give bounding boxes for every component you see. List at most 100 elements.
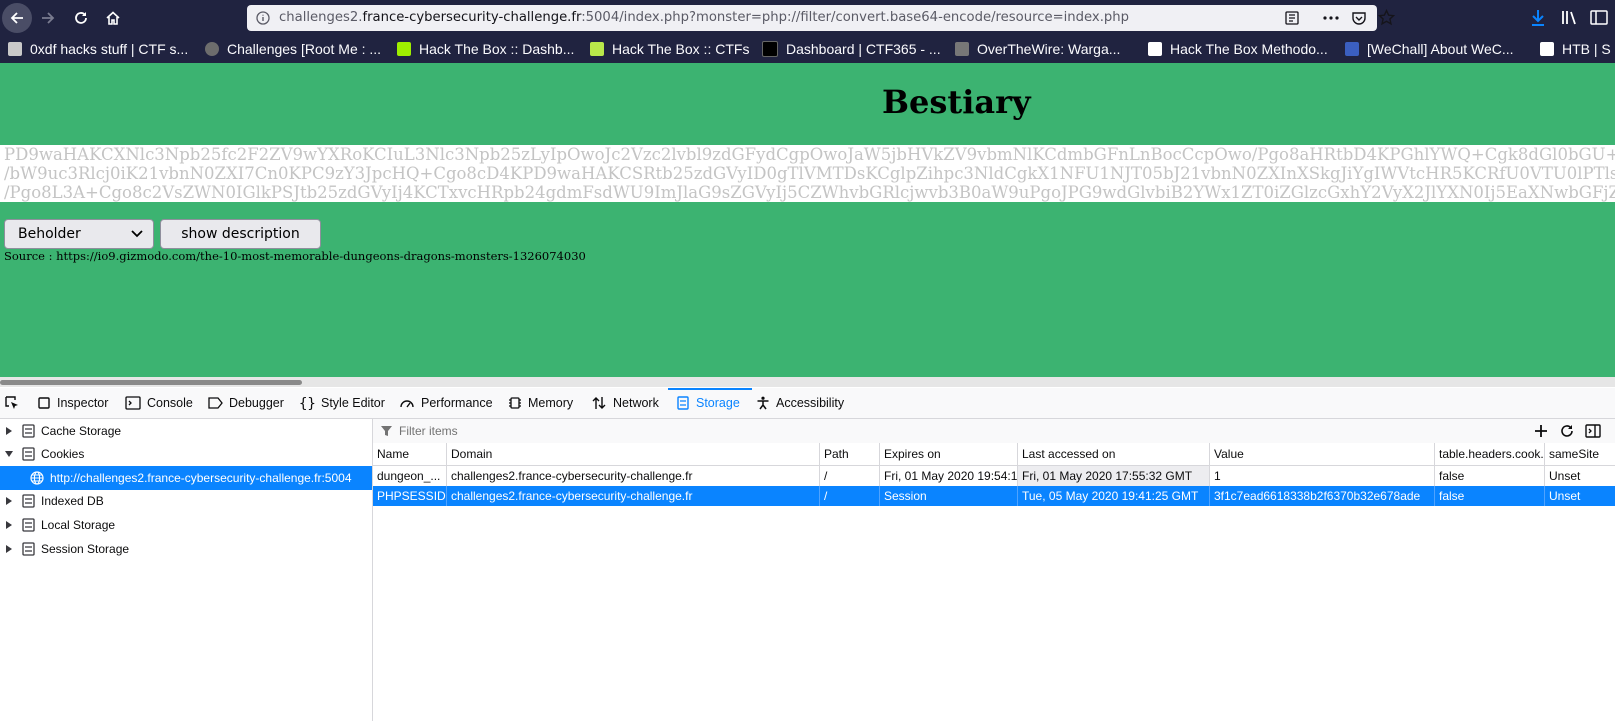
tab-debugger[interactable]: Debugger (207, 388, 284, 418)
pocket-icon[interactable] (1351, 10, 1367, 26)
devtools-toolbar: Inspector Console Debugger {} Style Edit… (0, 388, 1615, 419)
arrow-right-icon (42, 12, 55, 24)
address-bar[interactable]: challenges2.france-cybersecurity-challen… (247, 5, 1395, 31)
bookmark-label: 0xdf hacks stuff | CTF s... (30, 41, 189, 57)
column-header-name[interactable]: Name (373, 443, 446, 465)
forward-button[interactable] (33, 3, 63, 33)
accessibility-icon (757, 396, 769, 410)
bookmark-label: OverTheWire: Warga... (977, 41, 1121, 57)
bookmark-star-icon[interactable] (1378, 9, 1395, 26)
tab-accessibility[interactable]: Accessibility (756, 388, 844, 418)
tab-performance[interactable]: Performance (399, 388, 493, 418)
overthewire-favicon-icon (955, 42, 969, 56)
filter-bar: Filter items (373, 419, 1615, 444)
collapse-arrow-icon[interactable] (4, 449, 14, 459)
tab-label: Performance (421, 396, 493, 410)
tree-item-local-storage[interactable]: Local Storage (0, 513, 372, 537)
reload-button[interactable] (66, 3, 96, 33)
debugger-icon (208, 397, 223, 409)
bookmark-root-me[interactable]: Challenges [Root Me : ... (205, 39, 381, 59)
reload-icon (75, 12, 87, 24)
column-header-http-only[interactable]: table.headers.cook... (1434, 443, 1544, 465)
tab-console[interactable]: Console (125, 388, 193, 418)
downloads-icon[interactable] (1530, 9, 1546, 27)
base64-line: /bW9uc3Rlcj0iK21vbnN0ZXI7Cn0KPC9zY3JpcHQ… (4, 164, 1615, 183)
refresh-icon[interactable] (1559, 423, 1575, 439)
expand-arrow-icon[interactable] (4, 520, 14, 530)
column-header-last-accessed[interactable]: Last accessed on (1017, 443, 1209, 465)
column-header-domain[interactable]: Domain (446, 443, 819, 465)
cell-samesite: Unset (1544, 466, 1615, 486)
cell-expires: Session (879, 486, 1017, 506)
base64-line: /Pgo8L3A+Cgo8c2VsZWN0IGlkPSJtb25zdGVyIj4… (4, 183, 1615, 202)
library-icon[interactable] (1561, 9, 1579, 26)
column-header-expires[interactable]: Expires on (879, 443, 1017, 465)
home-button[interactable] (98, 3, 128, 33)
tab-inspector[interactable]: Inspector (37, 388, 108, 418)
bookmark-0xdf[interactable]: 0xdf hacks stuff | CTF s... (8, 39, 188, 59)
expand-arrow-icon[interactable] (4, 426, 14, 436)
expand-arrow-icon[interactable] (4, 544, 14, 554)
bookmark-htb-methodology[interactable]: Hack The Box Methodo... (1148, 39, 1328, 59)
bookmark-label: Challenges [Root Me : ... (227, 41, 382, 57)
bookmark-wechall[interactable]: [WeChall] About WeC... (1345, 39, 1514, 59)
braces-icon: {} (299, 396, 315, 410)
storage-tree: Cache Storage Cookies http://challenges2… (0, 419, 373, 721)
url-path: :5004/index.php?monster=php://filter/con… (581, 10, 1129, 25)
htb-ctf-favicon-icon (590, 42, 604, 56)
filter-input[interactable]: Filter items (399, 424, 458, 438)
bookmark-htb-s[interactable]: HTB | S (1540, 39, 1611, 59)
tree-item-session-storage[interactable]: Session Storage (0, 537, 372, 561)
expand-arrow-icon[interactable] (4, 496, 14, 506)
more-actions-icon[interactable] (1322, 10, 1340, 26)
tab-style-editor[interactable]: {} Style Editor (299, 388, 385, 418)
bookmarks-toolbar: 0xdf hacks stuff | CTF s... Challenges [… (0, 35, 1615, 63)
toggle-sidebar-icon[interactable] (1585, 423, 1601, 439)
0xdf-favicon-icon (8, 42, 22, 56)
tab-label: Memory (528, 396, 574, 410)
wechall-favicon-icon (1345, 42, 1359, 56)
tree-item-cache-storage[interactable]: Cache Storage (0, 419, 372, 443)
bookmark-overthewire[interactable]: OverTheWire: Warga... (955, 39, 1120, 59)
medium-favicon-icon (1148, 42, 1162, 56)
htb-favicon-icon (397, 42, 411, 56)
element-picker-icon[interactable] (4, 395, 20, 411)
info-icon[interactable] (256, 11, 270, 25)
storage-icon (22, 518, 35, 532)
bookmark-ctf365[interactable]: Dashboard | CTF365 - ... (762, 39, 941, 59)
chevron-down-icon (131, 230, 143, 238)
source-credit: Source : https://io9.gizmodo.com/the-10-… (4, 249, 586, 263)
add-item-icon[interactable] (1533, 423, 1549, 439)
bookmark-htb-ctfs[interactable]: Hack The Box :: CTFs (590, 39, 749, 59)
tab-label: Network (613, 396, 659, 410)
column-header-samesite[interactable]: sameSite (1544, 443, 1615, 465)
tab-label: Debugger (229, 396, 284, 410)
tree-item-cookies[interactable]: Cookies (0, 442, 372, 466)
monster-select[interactable]: Beholder (4, 219, 154, 249)
globe-icon (30, 471, 44, 485)
storage-icon (22, 542, 35, 556)
tab-storage[interactable]: Storage (676, 388, 740, 418)
url-text[interactable]: challenges2.france-cybersecurity-challen… (279, 10, 1129, 25)
cell-samesite: Unset (1544, 486, 1615, 506)
tab-network[interactable]: Network (591, 388, 659, 418)
cell-last-accessed: Fri, 01 May 2020 17:55:32 GMT (1017, 466, 1209, 486)
ctf365-favicon-icon (762, 41, 778, 57)
navigation-toolbar: challenges2.france-cybersecurity-challen… (0, 0, 1615, 35)
back-button[interactable] (2, 3, 32, 33)
bookmark-htb-dashboard[interactable]: Hack The Box :: Dashb... (397, 39, 574, 59)
reader-view-icon[interactable] (1284, 10, 1300, 26)
tree-label: Cookies (41, 447, 85, 461)
column-header-value[interactable]: Value (1209, 443, 1434, 465)
scrollbar-thumb[interactable] (0, 380, 302, 385)
table-row[interactable]: dungeon_... challenges2.france-cybersecu… (373, 466, 1615, 486)
column-header-path[interactable]: Path (819, 443, 879, 465)
show-description-button[interactable]: show description (160, 219, 321, 249)
tree-item-indexed-db[interactable]: Indexed DB (0, 489, 372, 513)
table-row-selected[interactable]: PHPSESSID challenges2.france-cybersecuri… (373, 486, 1615, 506)
tab-memory[interactable]: Memory (508, 388, 573, 418)
sidebar-toggle-icon[interactable] (1590, 9, 1608, 26)
cell-expires: Fri, 01 May 2020 19:54:1... (879, 466, 1017, 486)
tree-item-cookie-host[interactable]: http://challenges2.france-cybersecurity-… (0, 466, 372, 490)
bookmark-label: HTB | S (1562, 41, 1611, 57)
